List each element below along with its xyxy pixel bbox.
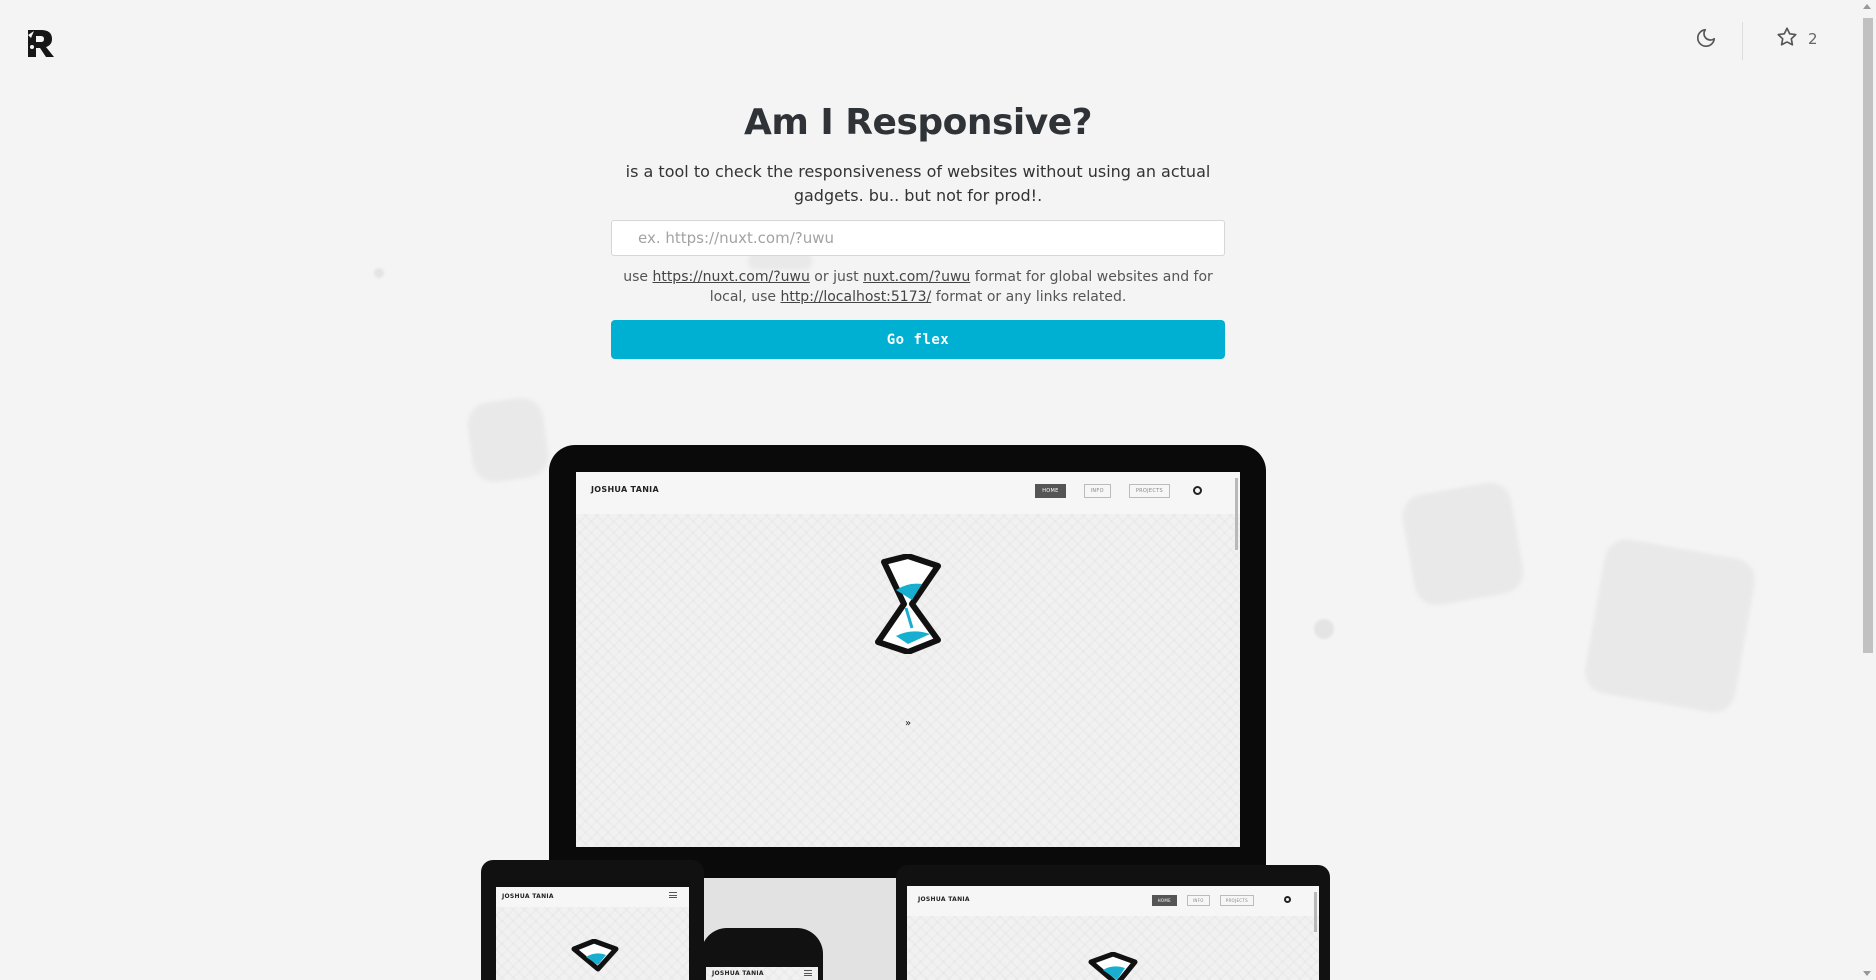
hint-link-localhost[interactable]: http://localhost:5173/ [780,289,931,305]
preview-site-nav: HOME INFO PROJECTS [1151,895,1254,906]
preview-scrollbar[interactable] [1235,478,1238,550]
hint-text: format or any links related. [931,289,1127,305]
preview-nav-info[interactable]: INFO [1186,895,1210,906]
preview-site-header: JOSHUA TANIA [496,887,689,907]
github-star-button[interactable]: 2 [1776,26,1818,52]
bg-square [464,395,552,485]
go-flex-button[interactable]: Go flex [611,320,1225,359]
preview-site-header: JOSHUA TANIA HOME INFO PROJECTS [576,472,1240,514]
scroll-down-arrow[interactable] [1863,971,1871,976]
monitor-screen[interactable]: JOSHUA TANIA HOME INFO PROJECTS [907,886,1319,980]
header-divider [1742,22,1743,60]
preview-site-brand: JOSHUA TANIA [918,896,970,903]
desktop-monitor-device: JOSHUA TANIA HOME INFO PROJECTS [896,865,1330,980]
hint-link-domain[interactable]: nuxt.com/?uwu [863,269,970,285]
preview-nav-home[interactable]: HOME [1035,484,1066,498]
github-icon[interactable] [1193,486,1202,495]
laptop-device: JOSHUA TANIA HOME INFO PROJECTS » [549,445,1266,885]
scroll-up-arrow[interactable] [1863,4,1871,9]
phone-screen[interactable]: JOSHUA TANIA [706,967,818,980]
preview-site-nav: HOME INFO PROJECTS [1035,484,1170,498]
bg-dot [1314,619,1334,639]
bg-square [1581,535,1759,717]
preview-site-brand: JOSHUA TANIA [591,485,659,494]
menu-icon[interactable] [669,892,677,898]
scroll-down-chevron-icon[interactable]: » [905,718,911,729]
page-title: Am I Responsive? [743,102,1093,143]
hint-text: use [623,269,653,285]
bg-square [1399,479,1527,609]
page-subtitle: is a tool to check the responsiveness of… [625,162,1211,205]
preview-site-header: JOSHUA TANIA HOME INFO PROJECTS [907,886,1319,916]
hint-link-https[interactable]: https://nuxt.com/?uwu [652,269,809,285]
preview-nav-projects[interactable]: PROJECTS [1128,484,1170,498]
preview-nav-projects[interactable]: PROJECTS [1219,895,1254,906]
url-input[interactable] [611,220,1225,256]
star-icon [1776,26,1798,52]
theme-toggle-button[interactable] [1686,20,1726,60]
hourglass-logo [571,939,619,972]
page-scrollbar[interactable] [1859,0,1876,980]
menu-icon[interactable] [804,970,812,976]
moon-icon [1695,27,1717,53]
tablet-screen[interactable]: JOSHUA TANIA [496,887,689,980]
app-logo[interactable] [25,27,57,59]
github-icon[interactable] [1284,896,1291,903]
preview-nav-home[interactable]: HOME [1151,895,1177,906]
star-count: 2 [1808,30,1818,48]
bg-dot [374,268,384,278]
laptop-screen[interactable]: JOSHUA TANIA HOME INFO PROJECTS » [576,472,1240,847]
preview-site-brand: JOSHUA TANIA [712,970,764,977]
hint-text: or just [809,269,864,285]
hourglass-logo [875,554,941,654]
tablet-device: JOSHUA TANIA [481,860,704,980]
url-hint: use https://nuxt.com/?uwu or just nuxt.c… [616,267,1220,307]
preview-scrollbar[interactable] [1314,892,1317,932]
scroll-thumb[interactable] [1863,18,1873,653]
phone-device: JOSHUA TANIA [701,928,823,980]
hourglass-logo [1088,952,1138,980]
preview-nav-info[interactable]: INFO [1083,484,1111,498]
preview-site-brand: JOSHUA TANIA [502,893,554,900]
